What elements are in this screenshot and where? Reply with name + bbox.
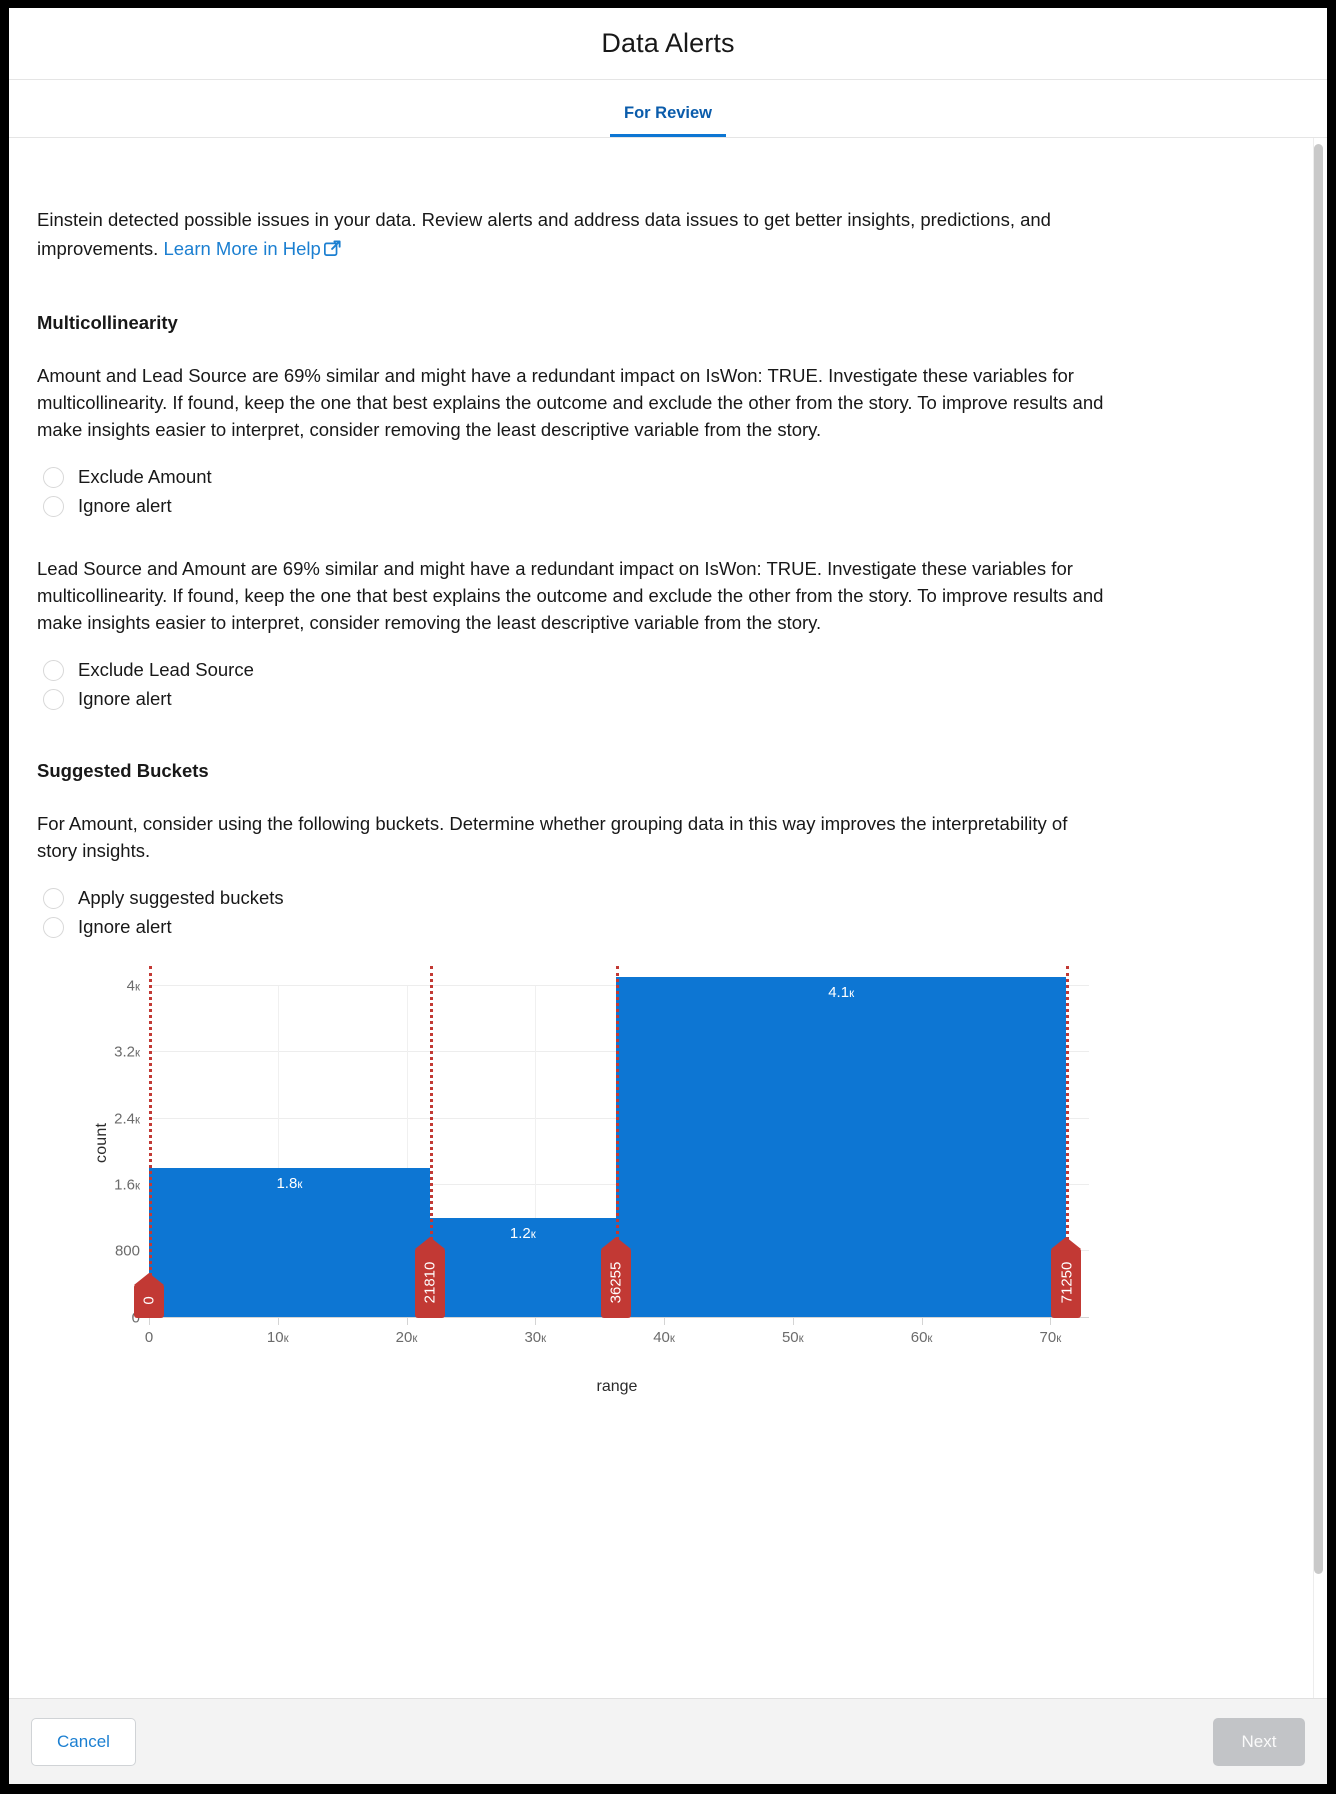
chart-bar-value-label: 1.8к bbox=[276, 1175, 303, 1193]
chart-x-tick-label: 50к bbox=[781, 1328, 804, 1346]
radio-option-apply-suggested-buckets[interactable]: Apply suggested buckets bbox=[37, 884, 1299, 913]
tab-bar: For Review bbox=[9, 80, 1327, 138]
chart-x-tick-label: 30к bbox=[524, 1328, 547, 1346]
chart-y-tick-label: 800 bbox=[114, 1242, 140, 1260]
radio-option-exclude-lead-source[interactable]: Exclude Lead Source bbox=[37, 656, 1299, 685]
chart-bar[interactable]: 1.2к bbox=[429, 1218, 616, 1318]
vertical-scrollbar-thumb[interactable] bbox=[1314, 144, 1323, 1574]
radio-option-ignore-alert-3[interactable]: Ignore alert bbox=[37, 913, 1299, 942]
chart-y-tick-label: 3.2к bbox=[114, 1043, 140, 1061]
chart-y-axis-title: count bbox=[93, 1122, 110, 1163]
chart-plot-area: 0 800 1.6к 2.4к 3.2к 4к 0 10к 20к 30к 40к 50к 60к 70к… bbox=[114, 965, 1089, 1346]
chart-bar[interactable]: 1.8к bbox=[149, 1168, 430, 1318]
chart-x-tick-label: 0 bbox=[144, 1328, 154, 1346]
radio-option-exclude-amount[interactable]: Exclude Amount bbox=[37, 463, 1299, 492]
alert-text-multicollinearity-1: Amount and Lead Source are 69% similar a… bbox=[37, 364, 1104, 440]
radio-group-multicollinearity-1: Exclude Amount Ignore alert bbox=[37, 463, 1299, 521]
chart-x-tick-mark bbox=[1050, 1317, 1052, 1325]
chart-x-tick-label: 10к bbox=[266, 1328, 289, 1346]
alert-text-multicollinearity-2: Lead Source and Amount are 69% similar a… bbox=[37, 557, 1104, 633]
chart-x-tick-mark bbox=[664, 1317, 666, 1325]
chart-y-tick-label: 4к bbox=[126, 977, 140, 995]
chart-y-tick-label: 2.4к bbox=[114, 1110, 140, 1127]
chart-bucket-marker-label: 0 bbox=[140, 1296, 158, 1305]
radio-dot-icon[interactable] bbox=[43, 466, 64, 488]
chart-x-tick-label: 70к bbox=[1039, 1328, 1062, 1346]
radio-dot-icon[interactable] bbox=[43, 688, 64, 710]
radio-dot-icon[interactable] bbox=[43, 495, 64, 517]
alert-text-suggested-buckets: For Amount, consider using the following… bbox=[37, 812, 1068, 861]
chart-x-axis-title: range bbox=[596, 1377, 638, 1395]
radio-option-label: Ignore alert bbox=[78, 916, 172, 938]
tab-for-review[interactable]: For Review bbox=[609, 104, 727, 137]
chart-bar-value-label: 4.1к bbox=[828, 984, 855, 1002]
modal-header: Data Alerts bbox=[9, 8, 1327, 80]
modal-body: Einstein detected possible issues in you… bbox=[9, 138, 1327, 1698]
chart-y-tick-label: 1.6к bbox=[114, 1176, 140, 1194]
external-link-icon bbox=[323, 236, 341, 266]
chart-x-tick-mark bbox=[792, 1317, 794, 1325]
modal-footer: Cancel Next bbox=[9, 1698, 1327, 1784]
chart-bucket-marker[interactable]: 71250 bbox=[1051, 1236, 1082, 1318]
radio-option-label: Ignore alert bbox=[78, 495, 172, 517]
vertical-scrollbar-track[interactable] bbox=[1313, 138, 1324, 1698]
chart-bucket-marker[interactable]: 0 bbox=[134, 1272, 164, 1318]
chart-bucket-boundary-line bbox=[149, 965, 152, 1318]
page-title: Data Alerts bbox=[601, 28, 735, 58]
radio-dot-icon[interactable] bbox=[43, 887, 64, 909]
chart-bucket-marker[interactable]: 21810 bbox=[414, 1236, 445, 1318]
radio-dot-icon[interactable] bbox=[43, 916, 64, 938]
cancel-button[interactable]: Cancel bbox=[31, 1717, 136, 1766]
radio-option-label: Exclude Amount bbox=[78, 466, 212, 488]
chart-x-tick-mark bbox=[406, 1317, 408, 1325]
screen: Data Alerts For Review Einstein detected… bbox=[0, 0, 1336, 1794]
next-button[interactable]: Next bbox=[1213, 1717, 1305, 1766]
chart-x-tick-mark bbox=[277, 1317, 279, 1325]
learn-more-label: Learn More in Help bbox=[163, 238, 321, 260]
chart-bucket-marker[interactable]: 36255 bbox=[600, 1236, 631, 1318]
suggested-buckets-histogram: count 0 800 1.6к 2.4к 3.2к 4к 0 10к 20к 30к 40к 50к… bbox=[37, 965, 1137, 1398]
radio-option-label: Ignore alert bbox=[78, 688, 172, 710]
intro-paragraph: Einstein detected possible issues in you… bbox=[37, 205, 1109, 266]
chart-bar-value-label: 1.2к bbox=[509, 1225, 536, 1243]
radio-option-ignore-alert-2[interactable]: Ignore alert bbox=[37, 685, 1299, 714]
chart-x-tick-label: 40к bbox=[653, 1328, 675, 1346]
learn-more-link[interactable]: Learn More in Help bbox=[163, 238, 341, 260]
chart-bucket-marker-label: 21810 bbox=[421, 1261, 439, 1304]
radio-group-multicollinearity-2: Exclude Lead Source Ignore alert bbox=[37, 656, 1299, 714]
radio-group-suggested-buckets: Apply suggested buckets Ignore alert bbox=[37, 884, 1299, 942]
chart-x-tick-mark bbox=[921, 1317, 923, 1325]
chart-x-tick-mark bbox=[149, 1317, 150, 1325]
section-heading-suggested-buckets: Suggested Buckets bbox=[37, 759, 209, 781]
chart-bar[interactable]: 4.1к bbox=[615, 977, 1067, 1318]
radio-dot-icon[interactable] bbox=[43, 659, 64, 681]
body-content: Einstein detected possible issues in you… bbox=[37, 138, 1299, 1398]
chart-bucket-marker-label: 36255 bbox=[607, 1261, 625, 1304]
chart-x-tick-mark bbox=[535, 1317, 537, 1325]
radio-option-label: Apply suggested buckets bbox=[78, 887, 284, 909]
radio-option-ignore-alert-1[interactable]: Ignore alert bbox=[37, 492, 1299, 521]
radio-option-label: Exclude Lead Source bbox=[78, 659, 254, 681]
chart-x-tick-label: 60к bbox=[910, 1328, 933, 1346]
data-alerts-modal: Data Alerts For Review Einstein detected… bbox=[9, 8, 1327, 1784]
section-heading-multicollinearity: Multicollinearity bbox=[37, 311, 178, 333]
chart-bucket-marker-label: 71250 bbox=[1057, 1261, 1075, 1304]
chart-x-tick-label: 20к bbox=[395, 1328, 418, 1346]
